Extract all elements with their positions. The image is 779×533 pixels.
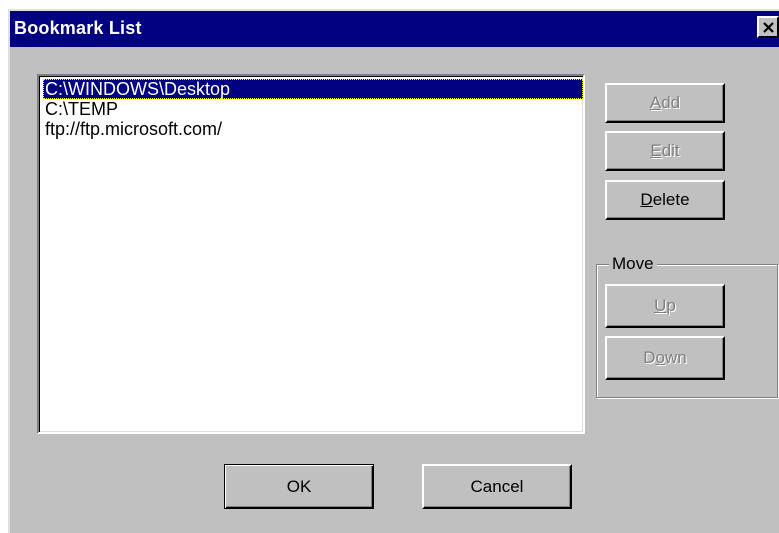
add-mnemonic: A [649,93,662,112]
delete-mnemonic: D [640,190,653,209]
down-mnemonic: o [655,348,665,367]
delete-button[interactable]: Delete [605,180,725,220]
dialog-title: Bookmark List [14,18,142,38]
up-mnemonic: U [654,296,667,315]
move-group-title: Move [609,253,657,275]
list-item[interactable]: C:\WINDOWS\Desktop [43,79,583,99]
cancel-button[interactable]: Cancel [422,464,572,509]
close-button[interactable] [757,16,779,38]
delete-label: elete [652,190,690,209]
add-button[interactable]: Add [605,83,725,123]
edit-button[interactable]: Edit [605,131,725,171]
up-label: p [666,296,676,315]
add-label: dd [661,93,681,112]
down-label-pre: D [643,348,656,367]
move-up-button[interactable]: Up [605,284,725,328]
edit-mnemonic: E [650,141,662,160]
list-item[interactable]: ftp://ftp.microsoft.com/ [43,119,224,139]
ok-button[interactable]: OK [224,464,374,509]
list-item[interactable]: C:\TEMP [43,99,120,119]
move-down-button[interactable]: Down [605,336,725,380]
ok-label: OK [286,476,312,496]
bookmark-list-dialog: Bookmark List C:\WINDOWS\Desktop C:\TEMP… [8,9,779,533]
down-label-rest: wn [665,348,687,367]
close-icon [763,22,774,33]
bookmark-listbox[interactable]: C:\WINDOWS\Desktop C:\TEMP ftp://ftp.mic… [37,74,585,434]
cancel-label: Cancel [470,476,524,496]
edit-label: dit [661,141,680,160]
title-bar[interactable]: Bookmark List [10,11,779,47]
